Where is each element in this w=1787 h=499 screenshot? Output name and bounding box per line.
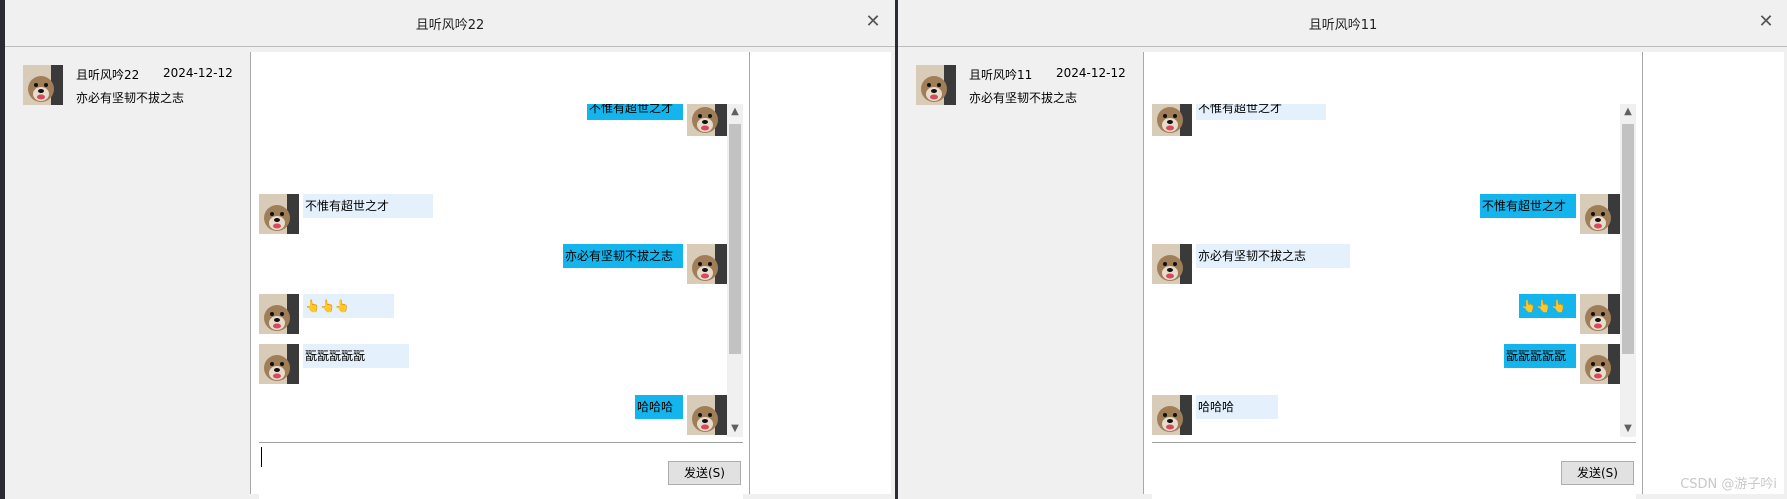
chevron-up-icon[interactable]: ▲ [1620,104,1636,120]
message-list[interactable]: 不惟有超世之才 不惟有超世之才 亦必有坚韧不拔之志 👆👆👆 翫翫翫翫翫 哈哈哈 [259,104,727,437]
message-bubble: 👆👆👆 [303,294,394,318]
close-icon[interactable]: ✕ [1756,12,1776,32]
window-title: 且听风吟22 [415,18,485,33]
dog-avatar-icon [687,395,727,435]
text-caret [261,447,262,467]
message-bubble: 亦必有坚韧不拔之志 [1196,244,1351,268]
dog-avatar-icon [1580,294,1620,334]
message-row: 👆👆👆 [1152,294,1620,334]
close-icon[interactable]: ✕ [863,12,883,32]
message-row: 不惟有超世之才 [259,104,727,136]
contact-item[interactable]: 且听风吟22 2024-12-12 亦必有坚韧不拔之志 [23,65,243,111]
chevron-up-icon[interactable]: ▲ [727,104,743,120]
message-bubble: 哈哈哈 [1196,395,1279,419]
title-bar: 且听风吟22 ✕ [5,0,895,47]
dog-avatar-icon [1580,344,1620,384]
contact-name: 且听风吟22 [76,68,140,82]
message-row: 亦必有坚韧不拔之志 [1152,244,1620,284]
message-bubble: 不惟有超世之才 [1196,104,1327,120]
message-bubble: 翫翫翫翫翫 [303,344,410,368]
dog-avatar-icon [916,65,956,105]
dog-avatar-icon [259,294,299,334]
dog-avatar-icon [259,344,299,384]
contact-name: 且听风吟11 [969,68,1033,82]
chat-pane: 不惟有超世之才 不惟有超世之才 亦必有坚韧不拔之志 👆👆👆 翫翫翫翫翫 哈哈哈 [251,52,749,499]
chat-pane: 不惟有超世之才 不惟有超世之才 亦必有坚韧不拔之志 👆👆👆 翫翫翫翫翫 哈哈哈 [1144,52,1642,499]
message-bubble: 不惟有超世之才 [303,194,434,218]
message-bubble: 👆👆👆 [1519,294,1576,318]
message-row: 哈哈哈 [1152,395,1620,435]
window-title: 且听风吟11 [1308,18,1378,33]
message-row: 亦必有坚韧不拔之志 [259,244,727,284]
message-list[interactable]: 不惟有超世之才 不惟有超世之才 亦必有坚韧不拔之志 👆👆👆 翫翫翫翫翫 哈哈哈 [1152,104,1620,437]
side-panel [750,52,891,494]
dog-avatar-icon [259,194,299,234]
scrollbar-thumb[interactable] [729,124,741,355]
side-panel [1643,52,1784,494]
chat-window-left: 且听风吟22 ✕ 且听风吟22 2024-12-12 亦必有坚韧不拔之志 不惟有… [5,0,895,499]
contact-date: 2024-12-12 [163,66,233,80]
dog-avatar-icon [1152,395,1192,435]
message-bubble: 翫翫翫翫翫 [1503,344,1576,368]
contact-last-message: 亦必有坚韧不拔之志 [969,91,1078,105]
message-row: 翫翫翫翫翫 [1152,344,1620,384]
contact-last-message: 亦必有坚韧不拔之志 [76,91,185,105]
dog-avatar-icon [1152,244,1192,284]
dog-avatar-icon [1580,194,1620,234]
message-row: 不惟有超世之才 [1152,104,1620,136]
contact-date: 2024-12-12 [1056,66,1126,80]
dog-avatar-icon [23,65,63,105]
contact-item[interactable]: 且听风吟11 2024-12-12 亦必有坚韧不拔之志 [916,65,1136,111]
chat-window-right: 且听风吟11 ✕ 且听风吟11 2024-12-12 亦必有坚韧不拔之志 不惟有… [898,0,1787,499]
title-bar: 且听风吟11 ✕ [898,0,1787,47]
dog-avatar-icon [687,104,727,136]
send-button[interactable]: 发送(S) [668,461,741,485]
message-row: 不惟有超世之才 [259,194,727,234]
message-bubble: 亦必有坚韧不拔之志 [562,244,683,268]
message-row: 翫翫翫翫翫 [259,344,727,384]
message-bubble: 不惟有超世之才 [1479,194,1576,218]
message-row: 👆👆👆 [259,294,727,334]
message-bubble: 哈哈哈 [634,395,683,419]
chevron-down-icon[interactable]: ▼ [727,421,743,437]
scrollbar-thumb[interactable] [1622,124,1634,355]
watermark: CSDN @游子吟i [1680,477,1777,492]
chevron-down-icon[interactable]: ▼ [1620,421,1636,437]
message-bubble: 不惟有超世之才 [586,104,683,120]
message-row: 不惟有超世之才 [1152,194,1620,234]
chat-scrollbar[interactable]: ▲ ▼ [1620,104,1636,437]
send-button[interactable]: 发送(S) [1561,461,1634,485]
chat-scrollbar[interactable]: ▲ ▼ [727,104,743,437]
dog-avatar-icon [687,244,727,284]
dog-avatar-icon [1152,104,1192,136]
message-row: 哈哈哈 [259,395,727,435]
